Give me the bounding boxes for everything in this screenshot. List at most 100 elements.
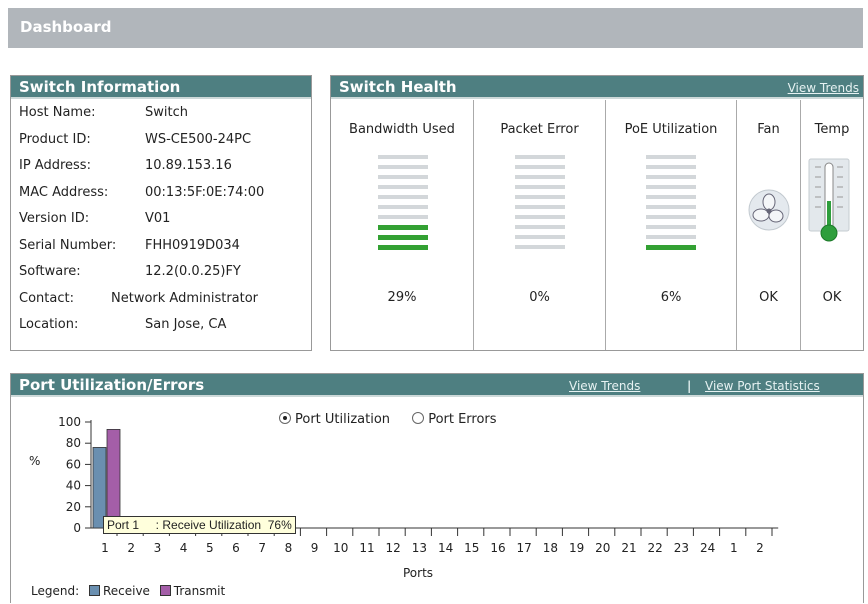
x-tick-label: 15 <box>464 541 479 555</box>
meter-segment <box>515 225 565 229</box>
info-row-location: Location: San Jose, CA <box>19 313 311 340</box>
info-value: WS-CE500-24PC <box>145 131 252 147</box>
x-tick-label: 9 <box>311 541 319 555</box>
fan-value: OK <box>759 290 778 305</box>
chart-legend: Legend: Receive Transmit <box>31 584 225 598</box>
info-value: Network Administrator <box>111 290 259 306</box>
packet-error-meter <box>515 155 565 255</box>
x-tick-label: 2 <box>756 541 764 555</box>
switch-information-title: Switch Information <box>19 78 181 96</box>
poe-utilization-column: PoE Utilization 6% <box>606 100 737 350</box>
switch-health-panel: Switch Health View Trends Bandwidth Used… <box>330 75 864 351</box>
temp-value: OK <box>822 290 842 305</box>
meter-segment <box>646 205 696 209</box>
x-tick-label: 3 <box>154 541 162 555</box>
x-tick-label: 1 <box>101 541 109 555</box>
info-row-host-name: Host Name: Switch <box>19 101 311 128</box>
poe-meter <box>646 155 696 255</box>
y-tick-label: 60 <box>66 457 81 471</box>
y-tick-label: 100 <box>58 415 81 429</box>
x-tick-label: 10 <box>333 541 348 555</box>
meter-segment <box>646 235 696 239</box>
packet-error-column: Packet Error 0% <box>474 100 606 350</box>
info-label: Contact: <box>19 290 74 306</box>
port-utilization-chart: 1008060402001 2 3 4 5 6 7 8 9 10 11 12 13 14 15 16 17 18 1… <box>58 415 779 555</box>
info-row-software: Software: 12.2(0.0.25)FY <box>19 260 311 287</box>
meter-segment <box>378 165 428 169</box>
x-tick-label: 11 <box>359 541 374 555</box>
x-tick-label: 8 <box>285 541 293 555</box>
meter-segment <box>515 235 565 239</box>
info-label: Host Name: <box>19 105 96 120</box>
link-separator: | <box>687 379 692 393</box>
packet-error-label: Packet Error <box>500 122 579 137</box>
meter-segment <box>515 205 565 209</box>
health-view-trends-link[interactable]: View Trends <box>788 81 859 95</box>
meter-segment <box>378 185 428 189</box>
info-label: Software: <box>19 264 81 279</box>
temp-label: Temp <box>814 122 850 137</box>
info-value: V01 <box>145 211 171 226</box>
x-tick-label: 18 <box>543 541 558 555</box>
info-row-serial-number: Serial Number: FHH0919D034 <box>19 234 311 261</box>
x-tick-label: 7 <box>258 541 266 555</box>
switch-information-panel: Switch Information Host Name: Switch Prod… <box>10 75 312 351</box>
meter-segment <box>515 185 565 189</box>
port-utilization-panel: Port Utilization/Errors View Trends | Vi… <box>10 373 864 603</box>
port-utilization-title: Port Utilization/Errors <box>19 376 205 394</box>
x-tick-label: 20 <box>595 541 610 555</box>
meter-segment <box>515 195 565 199</box>
port-utilization-header: Port Utilization/Errors View Trends | Vi… <box>11 374 863 397</box>
x-tick-label: 16 <box>490 541 505 555</box>
info-label: Location: <box>19 317 79 332</box>
meter-segment <box>378 215 428 219</box>
legend-receive-label: Receive <box>102 584 150 598</box>
meter-segment <box>646 185 696 189</box>
x-tick-label: 19 <box>569 541 584 555</box>
ports-view-trends-link[interactable]: View Trends <box>569 379 640 393</box>
meter-segment <box>646 165 696 169</box>
bandwidth-meter <box>378 155 428 255</box>
info-row-version-id: Version ID: V01 <box>19 207 311 234</box>
x-tick-label: 23 <box>674 541 689 555</box>
x-tick-label: 1 <box>730 541 738 555</box>
meter-segment <box>378 245 428 250</box>
meter-segment <box>378 155 428 159</box>
info-row-contact: Contact: Network Administrator <box>19 287 311 314</box>
info-row-ip-address: IP Address: 10.89.153.16 <box>19 154 311 181</box>
meter-segment <box>646 225 696 229</box>
meter-segment <box>646 175 696 179</box>
x-tick-label: 22 <box>648 541 663 555</box>
thermometer-icon <box>807 157 851 251</box>
x-tick-label: 6 <box>232 541 240 555</box>
meter-segment <box>378 205 428 209</box>
bandwidth-used-label: Bandwidth Used <box>349 122 455 137</box>
meter-segment <box>515 165 565 169</box>
meter-segment <box>646 195 696 199</box>
bar-transmit-port-1 <box>106 429 121 529</box>
temp-column: Temp OK <box>801 100 863 350</box>
meter-segment <box>378 195 428 199</box>
meter-segment <box>515 155 565 159</box>
poe-utilization-value: 6% <box>660 290 682 305</box>
x-tick-label: 5 <box>206 541 214 555</box>
x-axis-label: Ports <box>403 566 434 580</box>
info-label: IP Address: <box>19 158 91 173</box>
info-label: Serial Number: <box>19 237 117 253</box>
x-tick-label: 2 <box>127 541 135 555</box>
x-tick-label: 14 <box>438 541 453 555</box>
meter-segment <box>515 175 565 179</box>
x-tick-label: 17 <box>517 541 532 555</box>
view-port-statistics-link[interactable]: View Port Statistics <box>705 379 820 393</box>
bandwidth-used-column: Bandwidth Used 29% <box>331 100 474 350</box>
packet-error-value: 0% <box>529 290 550 305</box>
bar-tooltip: Port 1 : Receive Utilization 76% <box>103 516 296 534</box>
x-tick-label: 24 <box>700 541 715 555</box>
x-tick-label: 21 <box>621 541 636 555</box>
meter-segment <box>378 175 428 179</box>
x-tick-label: 12 <box>386 541 401 555</box>
switch-info-list: Host Name: Switch Product ID: WS-CE500-24P… <box>11 99 311 340</box>
info-label: Product ID: <box>19 131 91 147</box>
switch-information-header: Switch Information <box>11 76 311 99</box>
y-tick-label: 80 <box>66 436 81 450</box>
